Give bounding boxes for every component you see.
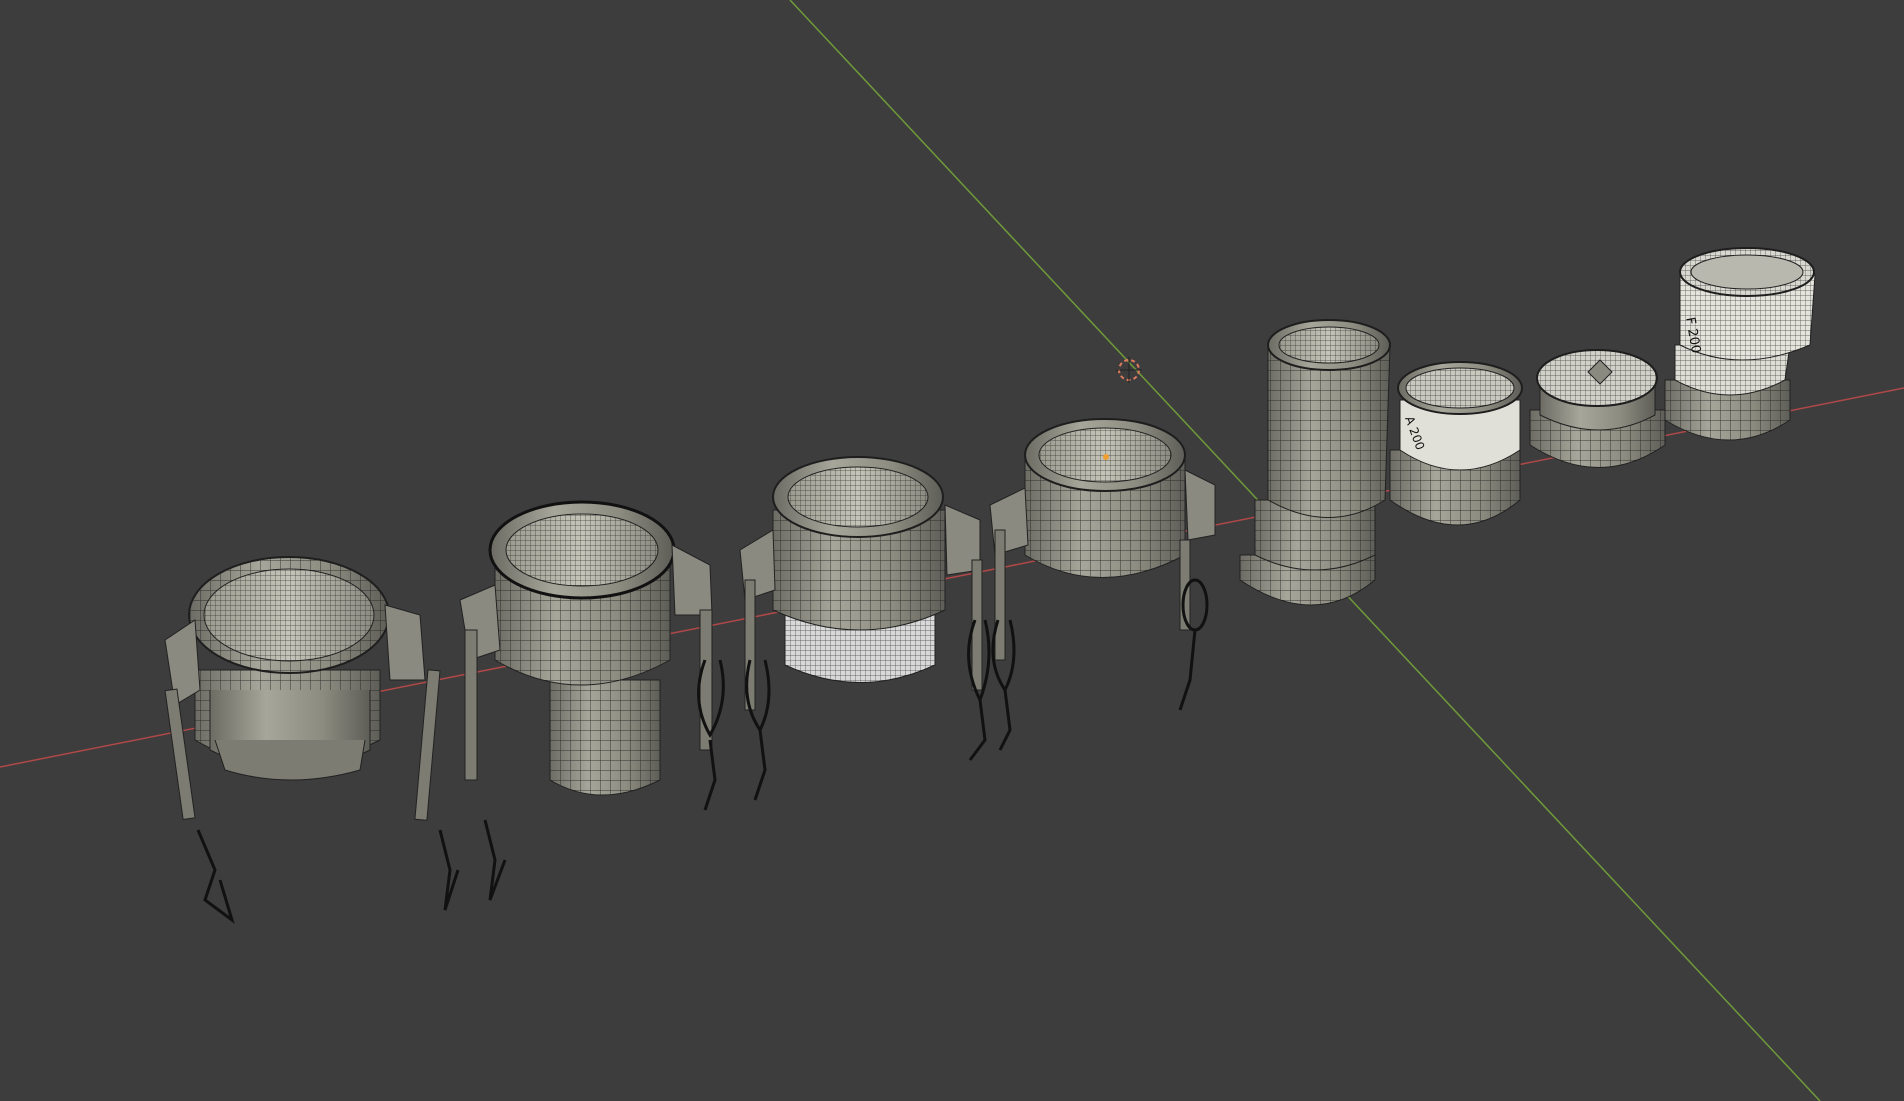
coupler-type-b[interactable] <box>739 456 991 801</box>
coupler-type-d[interactable] <box>164 556 507 924</box>
object-origin-icon <box>1103 454 1109 460</box>
dust-plug-dp[interactable] <box>1529 349 1666 468</box>
3d-viewport[interactable]: A 200 F 200 <box>0 0 1904 1101</box>
coupler-type-c[interactable] <box>459 500 725 811</box>
viewport-scene[interactable]: A 200 F 200 <box>0 0 1904 1101</box>
adapter-type-a[interactable]: A 200 <box>1389 361 1523 526</box>
3d-cursor-icon[interactable] <box>1116 357 1142 383</box>
adapter-type-e[interactable] <box>1239 319 1391 606</box>
coupler-type-dc[interactable] <box>989 418 1216 751</box>
adapter-type-f[interactable]: F 200 <box>1664 247 1816 441</box>
